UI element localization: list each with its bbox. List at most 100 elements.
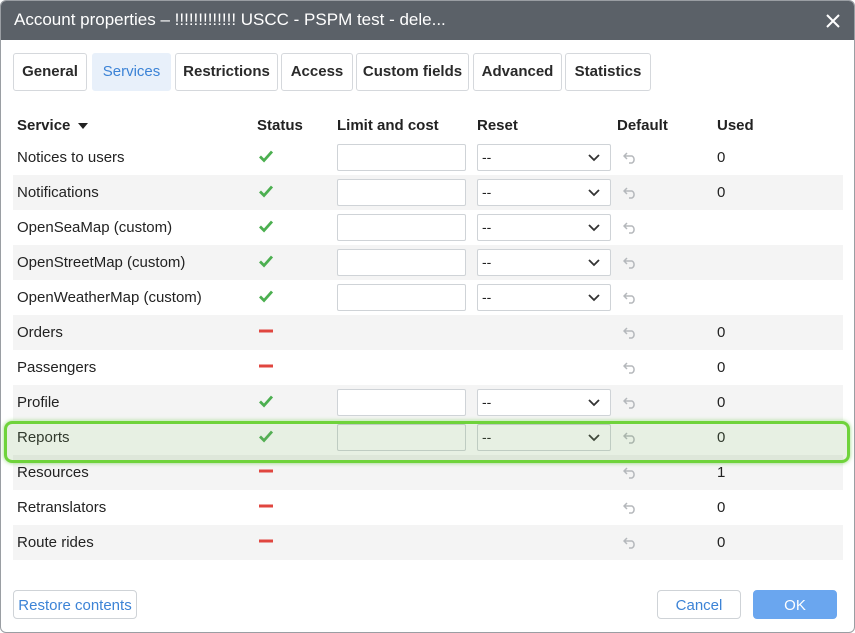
limit-cost-input[interactable] (337, 424, 466, 451)
check-icon[interactable] (259, 289, 273, 303)
table-row[interactable]: Orders 0 (13, 315, 843, 350)
limit-cost-input[interactable] (337, 249, 466, 276)
minus-icon[interactable] (259, 324, 273, 338)
reset-select[interactable]: -- (477, 284, 611, 311)
check-icon[interactable] (259, 394, 273, 408)
table-row[interactable]: Notices to users -- 0 (13, 140, 843, 175)
reset-select[interactable]: -- (477, 249, 611, 276)
service-name: Notifications (17, 184, 99, 201)
tab-restrictions[interactable]: Restrictions (175, 53, 278, 91)
used-value: 0 (717, 324, 726, 341)
undo-icon[interactable] (623, 360, 637, 374)
caret-down-icon (77, 123, 88, 130)
close-icon[interactable] (822, 8, 844, 32)
undo-icon[interactable] (623, 290, 637, 304)
chevron-down-icon (588, 399, 600, 407)
column-header-service-label: Service (17, 117, 71, 134)
undo-icon[interactable] (623, 150, 637, 164)
table-row[interactable]: OpenStreetMap (custom) -- (13, 245, 843, 280)
undo-icon[interactable] (623, 220, 637, 234)
reset-select-value: -- (482, 149, 492, 165)
reset-select-value: -- (482, 219, 492, 235)
undo-icon[interactable] (623, 465, 637, 479)
used-value: 1 (717, 464, 726, 481)
service-name: Route rides (17, 534, 94, 551)
tab-access[interactable]: Access (281, 53, 353, 91)
service-name: OpenSeaMap (custom) (17, 219, 173, 236)
chevron-down-icon (588, 259, 600, 267)
limit-cost-input[interactable] (337, 214, 466, 241)
column-header-service[interactable]: Service (17, 117, 88, 134)
reset-select[interactable]: -- (477, 389, 611, 416)
service-name: Orders (17, 324, 63, 341)
used-value: 0 (717, 184, 726, 201)
limit-cost-input[interactable] (337, 144, 466, 171)
dialog-title: Account properties – !!!!!!!!!!!!! USCC … (14, 10, 446, 29)
restore-contents-button[interactable]: Restore contents (13, 590, 137, 619)
undo-icon[interactable] (623, 395, 637, 409)
tab-services[interactable]: Services (92, 53, 171, 91)
limit-cost-input[interactable] (337, 284, 466, 311)
table-row[interactable]: Profile -- 0 (13, 385, 843, 420)
undo-icon[interactable] (623, 185, 637, 199)
chevron-down-icon (588, 189, 600, 197)
column-header-default: Default (617, 117, 668, 134)
service-name: OpenWeatherMap (custom) (17, 289, 202, 306)
cancel-button[interactable]: Cancel (657, 590, 741, 619)
column-header-used: Used (717, 117, 754, 134)
reset-select[interactable]: -- (477, 144, 611, 171)
service-name: Retranslators (17, 499, 107, 516)
reset-select-value: -- (482, 289, 492, 305)
undo-icon[interactable] (623, 500, 637, 514)
reset-select-value: -- (482, 254, 492, 270)
service-name: Profile (17, 394, 60, 411)
reset-select[interactable]: -- (477, 179, 611, 206)
check-icon[interactable] (259, 429, 273, 443)
limit-cost-input[interactable] (337, 389, 466, 416)
table-row[interactable]: OpenWeatherMap (custom) -- (13, 280, 843, 315)
reset-select-value: -- (482, 184, 492, 200)
check-icon[interactable] (259, 184, 273, 198)
table-row[interactable]: Retranslators 0 (13, 490, 843, 525)
table-row[interactable]: Passengers 0 (13, 350, 843, 385)
table-row[interactable]: Reports -- 0 (13, 420, 843, 455)
undo-icon[interactable] (623, 325, 637, 339)
check-icon[interactable] (259, 149, 273, 163)
tab-custom-fields[interactable]: Custom fields (356, 53, 469, 91)
column-header-reset: Reset (477, 117, 518, 134)
undo-icon[interactable] (623, 255, 637, 269)
reset-select[interactable]: -- (477, 214, 611, 241)
check-icon[interactable] (259, 219, 273, 233)
undo-icon[interactable] (623, 430, 637, 444)
service-name: OpenStreetMap (custom) (17, 254, 186, 271)
table-row[interactable]: OpenSeaMap (custom) -- (13, 210, 843, 245)
tab-statistics[interactable]: Statistics (565, 53, 651, 91)
table-row[interactable]: Notifications -- 0 (13, 175, 843, 210)
minus-icon[interactable] (259, 499, 273, 513)
reset-select[interactable]: -- (477, 424, 611, 451)
minus-icon[interactable] (259, 359, 273, 373)
minus-icon[interactable] (259, 464, 273, 478)
minus-icon[interactable] (259, 534, 273, 548)
undo-icon[interactable] (623, 535, 637, 549)
used-value: 0 (717, 534, 726, 551)
table-row[interactable]: Route rides 0 (13, 525, 843, 560)
service-name: Notices to users (17, 149, 125, 166)
chevron-down-icon (588, 224, 600, 232)
reset-select-value: -- (482, 429, 492, 445)
service-name: Reports (17, 429, 70, 446)
check-icon[interactable] (259, 254, 273, 268)
chevron-down-icon (588, 434, 600, 442)
account-properties-dialog: Account properties – !!!!!!!!!!!!! USCC … (0, 0, 855, 633)
tab-general[interactable]: General (13, 53, 87, 91)
limit-cost-input[interactable] (337, 179, 466, 206)
reset-select-value: -- (482, 394, 492, 410)
ok-button[interactable]: OK (753, 590, 837, 619)
used-value: 0 (717, 429, 726, 446)
column-header-status: Status (257, 117, 303, 134)
used-value: 0 (717, 394, 726, 411)
service-name: Resources (17, 464, 89, 481)
table-row[interactable]: Resources 1 (13, 455, 843, 490)
tab-advanced[interactable]: Advanced (473, 53, 562, 91)
used-value: 0 (717, 499, 726, 516)
